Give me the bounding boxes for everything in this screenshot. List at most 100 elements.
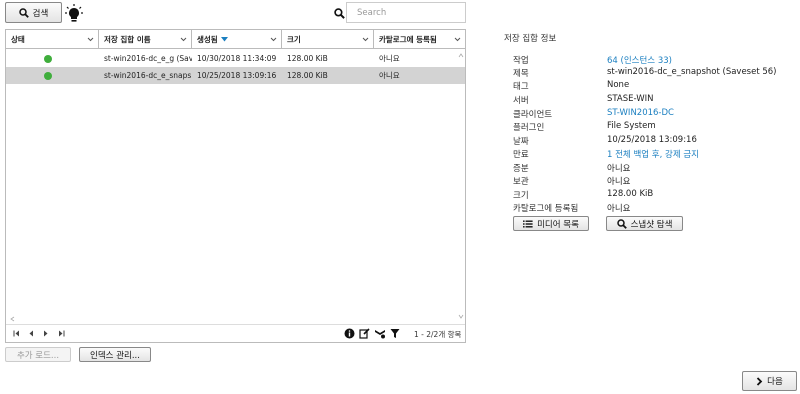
status-cell bbox=[6, 50, 99, 67]
manage-index-label: 인덱스 관리... bbox=[90, 350, 140, 361]
cataloged-cell: 아니요 bbox=[379, 71, 400, 80]
name-cell: st-win2016-dc_e_g (Sav... bbox=[104, 54, 192, 63]
status-ok-icon bbox=[44, 54, 52, 63]
info-value: 10/25/2018 13:09:16 bbox=[607, 135, 697, 145]
table-row-selected[interactable]: st-win2016-dc_e_snaps... 10/25/2018 13:0… bbox=[6, 67, 465, 84]
info-value: 아니요 bbox=[607, 177, 631, 187]
next-page-icon[interactable] bbox=[43, 330, 49, 337]
info-value: None bbox=[607, 80, 630, 90]
edit-icon[interactable] bbox=[359, 328, 370, 339]
info-icon[interactable] bbox=[344, 328, 355, 339]
catalog-icon[interactable] bbox=[374, 328, 386, 339]
size-cell: 128.00 KiB bbox=[287, 54, 328, 63]
load-more-label: 추가 로드... bbox=[16, 350, 60, 361]
info-label: 증분 bbox=[513, 164, 529, 174]
info-value-link[interactable]: 64 (인스턴스 33) bbox=[607, 54, 672, 67]
info-value: 아니요 bbox=[607, 204, 631, 214]
column-created-label: 생성됨 bbox=[197, 35, 218, 44]
info-value: File System bbox=[607, 121, 656, 131]
chevron-down-icon[interactable] bbox=[269, 35, 278, 44]
saveset-info-title: 저장 집합 정보 bbox=[504, 34, 557, 44]
next-button-label: 다음 bbox=[767, 377, 783, 387]
info-value: 128.00 KiB bbox=[607, 189, 654, 199]
column-created[interactable]: 생성됨 bbox=[192, 30, 282, 49]
info-label: 제목 bbox=[513, 69, 529, 79]
magnifier-icon bbox=[18, 7, 29, 18]
list-icon bbox=[523, 220, 533, 228]
cataloged-cell: 아니요 bbox=[379, 54, 400, 63]
magnifier-icon bbox=[616, 218, 627, 229]
info-label: 플러그인 bbox=[513, 123, 545, 133]
status-ok-icon bbox=[44, 71, 52, 80]
column-status[interactable]: 상태 bbox=[6, 30, 99, 49]
media-list-label: 미디어 목록 bbox=[537, 219, 579, 230]
search-button[interactable]: 검색 bbox=[5, 2, 62, 23]
column-status-label: 상태 bbox=[11, 35, 25, 44]
info-row-client: 클라이언트 ST-WIN2016-DC bbox=[513, 108, 674, 121]
info-row-title: 제목 st-win2016-dc_e_snapshot (Saveset 56) bbox=[513, 67, 777, 80]
item-count: 1 - 2/2개 항목 bbox=[414, 330, 462, 339]
load-more-button[interactable]: 추가 로드... bbox=[5, 347, 71, 362]
column-size-label: 크기 bbox=[287, 35, 301, 44]
filter-icon[interactable] bbox=[390, 328, 400, 339]
status-cell bbox=[6, 67, 99, 84]
first-page-icon[interactable] bbox=[13, 330, 21, 337]
info-value-link[interactable]: ST-WIN2016-DC bbox=[607, 108, 674, 121]
table-row[interactable]: st-win2016-dc_e_g (Sav... 10/30/2018 11:… bbox=[6, 50, 465, 67]
scroll-left-icon[interactable] bbox=[10, 316, 16, 322]
info-row-tag: 태그 None bbox=[513, 80, 629, 93]
info-row-cataloged: 카탈로그에 등록됨 아니요 bbox=[513, 202, 630, 215]
info-label: 작업 bbox=[513, 56, 529, 66]
info-row-size: 크기 128.00 KiB bbox=[513, 189, 653, 202]
info-label: 태그 bbox=[513, 82, 529, 92]
info-label: 만료 bbox=[513, 150, 529, 160]
last-page-icon[interactable] bbox=[58, 330, 66, 337]
media-list-button[interactable]: 미디어 목록 bbox=[513, 216, 589, 231]
search-button-label: 검색 bbox=[32, 8, 49, 19]
info-row-retention: 보관 아니요 bbox=[513, 175, 630, 188]
info-value: 아니요 bbox=[607, 164, 631, 174]
manage-index-button[interactable]: 인덱스 관리... bbox=[79, 347, 151, 362]
search-input[interactable]: Search bbox=[346, 2, 466, 23]
sort-descending-icon bbox=[220, 37, 228, 42]
chevron-down-icon[interactable] bbox=[453, 35, 462, 44]
column-size[interactable]: 크기 bbox=[282, 30, 374, 49]
chevron-down-icon[interactable] bbox=[179, 35, 188, 44]
info-label: 클라이언트 bbox=[513, 110, 553, 120]
chevron-down-icon[interactable] bbox=[361, 35, 370, 44]
info-row-incremental: 증분 아니요 bbox=[513, 162, 630, 175]
info-value: STASE-WIN bbox=[607, 94, 654, 104]
info-label: 크기 bbox=[513, 191, 529, 201]
info-row-plugin: 플러그인 File System bbox=[513, 121, 656, 134]
column-saveset-name[interactable]: 저장 집합 이름 bbox=[99, 30, 192, 49]
info-row-expiry: 만료 1 전체 백업 후, 강제 금지 bbox=[513, 148, 699, 161]
created-cell: 10/30/2018 11:34:09 bbox=[197, 54, 277, 63]
name-cell: st-win2016-dc_e_snaps... bbox=[104, 71, 192, 80]
column-cataloged-label: 카탈로그에 등록됨 bbox=[379, 35, 437, 44]
saveset-grid: 상태 저장 집합 이름 생성됨 크기 카탈로그에 등록됨 st-win2016-… bbox=[5, 29, 466, 343]
info-label: 카탈로그에 등록됨 bbox=[513, 204, 579, 214]
info-row-job: 작업 64 (인스턴스 33) bbox=[513, 54, 672, 67]
column-saveset-name-label: 저장 집합 이름 bbox=[104, 35, 151, 44]
info-label: 보관 bbox=[513, 177, 529, 187]
info-value-link[interactable]: 1 전체 백업 후, 강제 금지 bbox=[607, 148, 699, 161]
info-row-date: 날짜 10/25/2018 13:09:16 bbox=[513, 135, 697, 148]
explore-snapshot-button[interactable]: 스냅샷 탐색 bbox=[606, 216, 683, 231]
search-icon[interactable] bbox=[333, 7, 345, 19]
created-cell: 10/25/2018 13:09:16 bbox=[197, 71, 277, 80]
info-row-server: 서버 STASE-WIN bbox=[513, 94, 654, 107]
chevron-right-icon bbox=[756, 376, 763, 386]
lightbulb-icon[interactable] bbox=[64, 3, 84, 23]
vertical-scrollbar[interactable] bbox=[457, 49, 465, 343]
info-label: 날짜 bbox=[513, 137, 529, 147]
search-placeholder: Search bbox=[357, 7, 387, 18]
next-button[interactable]: 다음 bbox=[742, 371, 797, 391]
column-cataloged[interactable]: 카탈로그에 등록됨 bbox=[374, 30, 465, 49]
chevron-down-icon[interactable] bbox=[86, 35, 95, 44]
info-value: st-win2016-dc_e_snapshot (Saveset 56) bbox=[607, 67, 777, 77]
size-cell: 128.00 KiB bbox=[287, 71, 328, 80]
grid-header: 상태 저장 집합 이름 생성됨 크기 카탈로그에 등록됨 bbox=[6, 30, 465, 49]
prev-page-icon[interactable] bbox=[28, 330, 34, 337]
explore-snapshot-label: 스냅샷 탐색 bbox=[630, 219, 673, 230]
grid-footer: 1 - 2/2개 항목 bbox=[6, 324, 465, 342]
